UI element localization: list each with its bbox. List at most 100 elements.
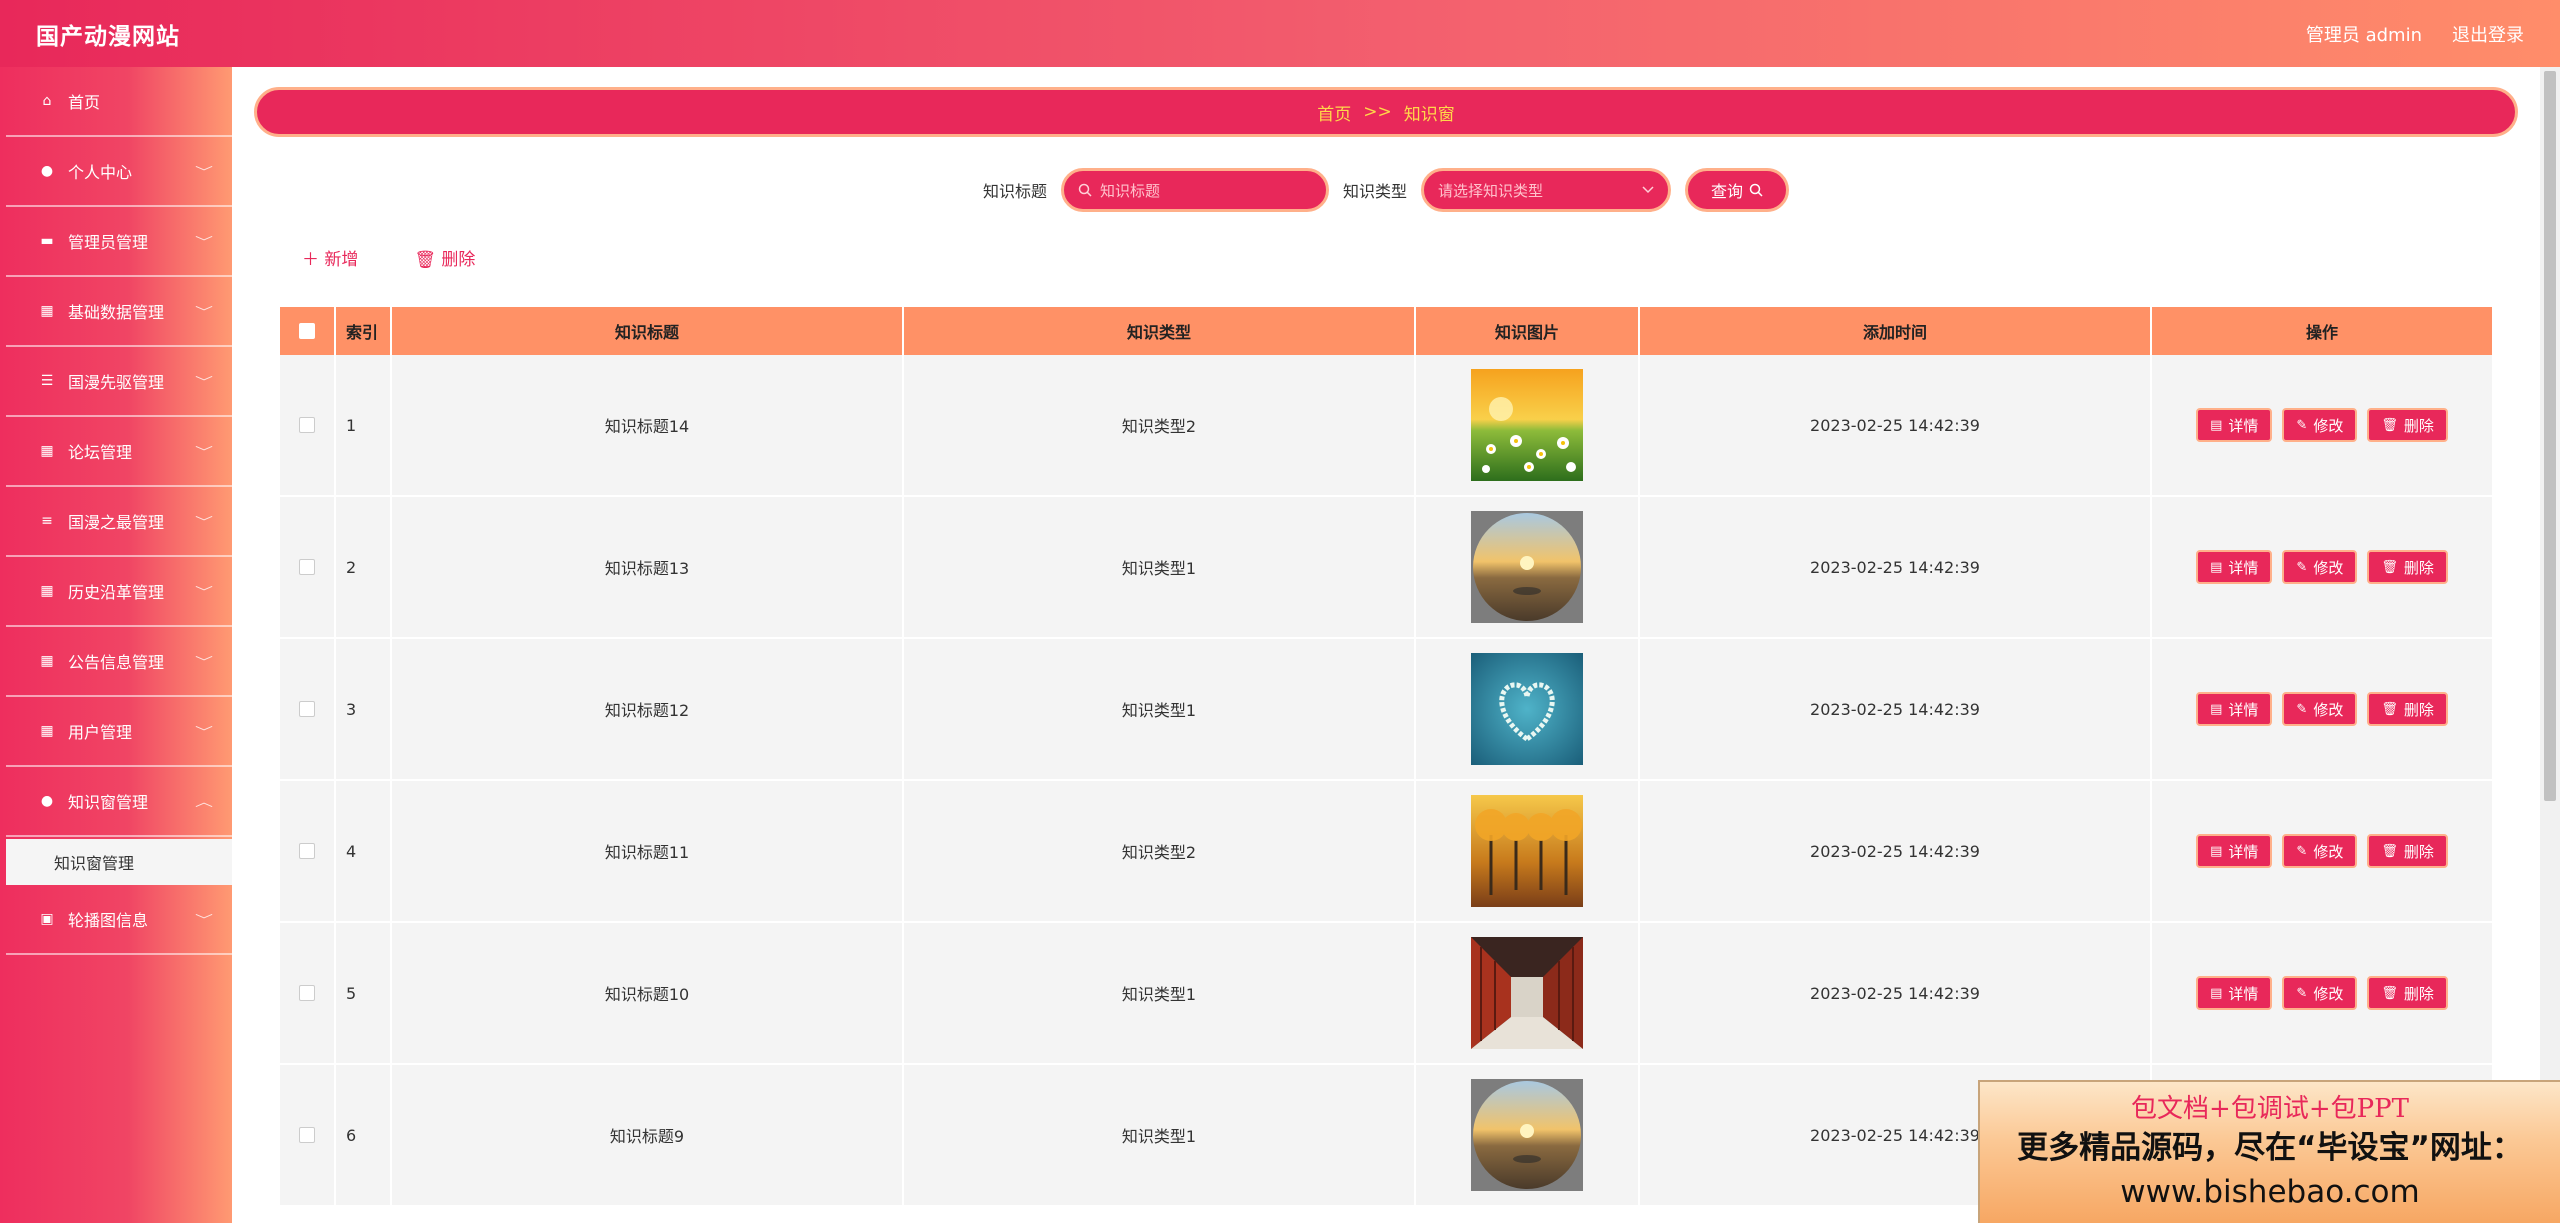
row-checkbox[interactable] [299,559,315,575]
plus-icon: ＋ [302,250,325,270]
vertical-scrollbar[interactable] [2540,67,2560,1223]
edit-button[interactable]: ✎ 修改 [2282,692,2358,726]
bulk-delete-button[interactable]: 🗑 删除 [414,245,475,270]
row-time: 2023-02-25 14:42:39 [1640,497,2152,637]
row-image-cell [1416,355,1640,495]
document-icon: ▤ [2210,559,2223,575]
edit-button-label: 修改 [2313,558,2344,577]
chevron-icon: ﹀ [194,304,214,319]
sidebar-subitem-knowledge[interactable]: 知识窗管理 [6,839,232,885]
type-select[interactable]: 请选择知识类型 [1421,168,1672,212]
location-icon: ● [40,793,54,809]
delete-button-label: 删除 [2403,700,2434,719]
delete-button[interactable]: 🗑 删除 [2367,692,2448,726]
delete-button-label: 删除 [2403,984,2434,1003]
knowledge-image-red-corridor[interactable] [1471,937,1583,1049]
sidebar-item[interactable]: ▦ 历史沿革管理 ﹀ [6,557,232,627]
row-select-cell [280,923,336,1063]
sidebar-item[interactable]: ▦ 基础数据管理 ﹀ [6,277,232,347]
delete-button[interactable]: 🗑 删除 [2367,976,2448,1010]
row-index: 5 [336,923,392,1063]
document-icon: ▤ [2210,701,2223,717]
sidebar-item[interactable]: ≡ 国漫之最管理 ﹀ [6,487,232,557]
type-search-label: 知识类型 [1343,182,1408,201]
promo-line-2: 更多精品源码，尽在“毕设宝”网址： [2017,1129,2523,1166]
admin-user-label[interactable]: 管理员 admin [2306,21,2422,47]
scrollbar-thumb[interactable] [2544,71,2556,801]
sidebar-item[interactable]: ⌂ 首页 [6,67,232,137]
row-image-cell [1416,781,1640,921]
knowledge-image-sunset-globe[interactable] [1471,1079,1583,1191]
detail-button[interactable]: ▤ 详情 [2196,550,2273,584]
header-user-area: 管理员 admin 退出登录 [2306,21,2524,47]
header-title: 知识标题 [392,307,904,355]
row-image-cell [1416,923,1640,1063]
sidebar-item-label: 基础数据管理 [68,303,165,322]
knowledge-image-sunset-globe[interactable] [1471,511,1583,623]
row-select-cell [280,355,336,495]
promo-banner[interactable]: 包文档+包调试+包PPT 更多精品源码，尽在“毕设宝”网址： www.bishe… [1978,1080,2560,1223]
sidebar-item[interactable]: ● 个人中心 ﹀ [6,137,232,207]
logout-link[interactable]: 退出登录 [2452,21,2524,47]
knowledge-image-autumn-trees[interactable] [1471,795,1583,907]
detail-button[interactable]: ▤ 详情 [2196,692,2273,726]
row-select-cell [280,781,336,921]
query-button[interactable]: 查询 [1685,168,1790,212]
site-title: 国产动漫网站 [36,23,180,50]
delete-button-label: 删除 [2403,558,2434,577]
select-all-checkbox[interactable] [299,323,315,339]
breadcrumb-home[interactable]: 首页 [1317,100,1351,125]
edit-button[interactable]: ✎ 修改 [2282,550,2358,584]
sidebar-item[interactable]: ▣ 轮播图信息 ﹀ [6,885,232,955]
bulk-delete-label: 删除 [441,250,476,270]
bulk-actions: ＋ 新增 🗑 删除 [302,245,475,270]
delete-button[interactable]: 🗑 删除 [2367,408,2448,442]
detail-button[interactable]: ▤ 详情 [2196,834,2273,868]
row-time: 2023-02-25 14:42:39 [1640,355,2152,495]
title-search-input[interactable]: 知识标题 [1061,168,1329,212]
operation-buttons: ▤ 详情 ✎ 修改 🗑 删除 [2196,976,2448,1010]
sidebar-item[interactable]: ☰ 国漫先驱管理 ﹀ [6,347,232,417]
edit-button-label: 修改 [2313,984,2344,1003]
row-type: 知识类型1 [904,923,1416,1063]
row-index: 2 [336,497,392,637]
sidebar-item[interactable]: ▦ 用户管理 ﹀ [6,697,232,767]
row-checkbox[interactable] [299,417,315,433]
chevron-icon: ︿ [194,794,214,809]
edit-button[interactable]: ✎ 修改 [2282,976,2358,1010]
row-index: 3 [336,639,392,779]
delete-button[interactable]: 🗑 删除 [2367,550,2448,584]
edit-button-label: 修改 [2313,842,2344,861]
title-search-placeholder: 知识标题 [1100,181,1161,200]
sidebar-item[interactable]: ▦ 论坛管理 ﹀ [6,417,232,487]
row-checkbox[interactable] [299,701,315,717]
detail-button[interactable]: ▤ 详情 [2196,408,2273,442]
trash-icon: 🗑 [2381,701,2398,717]
chevron-icon: ﹀ [194,724,214,739]
knowledge-image-heart-island[interactable] [1471,653,1583,765]
breadcrumb: 首页 >> 知识窗 [254,87,2518,137]
list-icon: ≡ [41,513,53,529]
detail-button[interactable]: ▤ 详情 [2196,976,2273,1010]
sidebar-item[interactable]: ▬ 管理员管理 ﹀ [6,207,232,277]
row-checkbox[interactable] [299,985,315,1001]
header-type: 知识类型 [904,307,1416,355]
sidebar-item[interactable]: ▦ 公告信息管理 ﹀ [6,627,232,697]
table-header-row: 索引 知识标题 知识类型 知识图片 添加时间 操作 [280,307,2492,355]
add-button[interactable]: ＋ 新增 [302,245,358,270]
sidebar-item-label: 首页 [68,93,101,112]
knowledge-table: 索引 知识标题 知识类型 知识图片 添加时间 操作 1 知识标题14 知识类型2 20… [280,307,2492,1207]
delete-button[interactable]: 🗑 删除 [2367,834,2448,868]
row-checkbox[interactable] [299,843,315,859]
row-title: 知识标题11 [392,781,904,921]
edit-button[interactable]: ✎ 修改 [2282,834,2358,868]
row-checkbox[interactable] [299,1127,315,1143]
row-type: 知识类型2 [904,781,1416,921]
user-icon: ● [40,163,54,179]
promo-line-3: www.bishebao.com [2120,1173,2420,1210]
pencil-icon: ✎ [2296,417,2308,433]
detail-button-label: 详情 [2228,416,2259,435]
knowledge-image-daisy-field[interactable] [1471,369,1583,481]
edit-button[interactable]: ✎ 修改 [2282,408,2358,442]
sidebar-item[interactable]: ● 知识窗管理 ︿ [6,767,232,837]
